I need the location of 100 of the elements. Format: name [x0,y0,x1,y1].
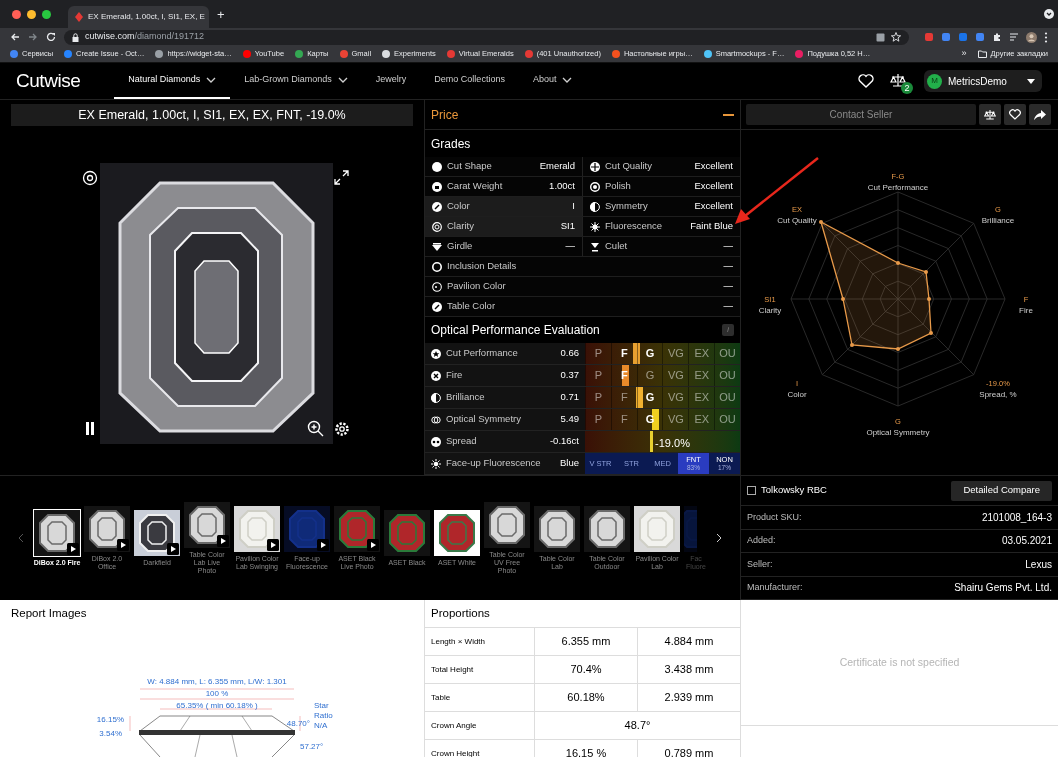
proportion-value: 70.4% [535,656,638,683]
proportion-label: Length × Width [425,628,535,655]
grade-icon [590,181,600,192]
grade-letter: F [610,409,637,430]
grade-icon [432,161,442,172]
heart-icon[interactable] [858,74,874,88]
gem-photo [634,505,680,552]
grade-icon [432,261,442,272]
metric-icon [431,392,441,403]
grade-letter: VG [662,343,689,364]
metric-label: Spread [446,434,477,449]
user-menu-button[interactable]: M MetricsDemo [924,70,1042,92]
expand-icon[interactable] [334,170,349,185]
grade-value: SI1 [560,219,575,234]
dimension-label: 3.54% [99,729,122,738]
section-title: Optical Performance Evaluation [431,322,600,339]
browser-tab[interactable]: EX Emerald, 1.00ct, I, SI1, EX, E [68,6,209,28]
favorite-button[interactable] [1004,104,1026,125]
product-title: EX Emerald, 1.00ct, I, SI1, EX, EX, FNT, -19.0% [11,104,413,126]
proportion-label: Crown Height [425,740,535,757]
profile-avatar[interactable] [1026,31,1037,43]
metric-label: Cut Performance [446,346,518,361]
grade-label: Cut Shape [447,159,492,174]
address-bar[interactable]: cutwise.com/diamond/191712 [64,29,909,45]
nav-link[interactable]: Demo Collections [420,63,519,99]
gem-photo [584,505,630,552]
grade-letter: OU [714,409,740,430]
axis-label: Brilliance [981,215,1015,226]
info-value: Shairu Gems Pvt. Ltd. [954,581,1052,596]
diamond-icon [75,12,83,22]
proportion-label: Total Height [425,656,535,683]
grade-label: Inclusion Details [447,259,517,274]
more-bookmarks-button[interactable]: » [961,47,967,61]
grade-icon [590,201,600,212]
list-icon[interactable] [1009,32,1019,42]
axis-label: Optical Symmetry [866,427,930,438]
info-label: Added: [747,534,776,547]
proportion-value: 16.15 % [535,740,638,757]
back-icon[interactable] [10,32,20,42]
gem-photo [184,501,230,548]
rotate-icon[interactable] [82,170,98,186]
tab-title: EX Emerald, 1.00ct, I, SI1, EX, E [88,11,205,23]
puzzle-icon[interactable] [992,32,1002,42]
translate-icon[interactable] [876,32,885,42]
zoom-button[interactable] [42,9,51,19]
metric-label: Optical Symmetry [446,412,521,427]
proportion-value: 0.789 mm [663,746,715,757]
minus-icon[interactable] [723,113,734,116]
nav-link[interactable]: Jewelry [361,63,421,99]
grade-value: — [723,279,733,294]
pause-icon[interactable] [85,422,95,435]
proportion-value: 6.355 mm [535,628,638,655]
detailed-compare-button[interactable]: Detailed Compare [951,480,1052,501]
reload-icon[interactable] [46,32,56,42]
grade-label: Carat Weight [447,179,503,194]
gem-photo [84,505,130,552]
gem-photo [284,505,330,552]
grade-letter: F [610,343,637,364]
checkbox[interactable]: Tolkowsky RBC [747,483,827,498]
grade-label: Girdle [447,239,473,254]
grade-value: Excellent [694,159,733,174]
minimize-button[interactable] [27,9,36,19]
tab-search-icon[interactable] [1044,9,1054,19]
zoom-in-icon[interactable] [307,420,324,437]
nav-link[interactable]: About [518,63,587,99]
metric-icon [431,348,441,359]
metric-value: 0.66 [560,346,579,361]
gem-photo [234,505,280,552]
lock-icon [72,32,79,42]
grade-icon [432,201,442,212]
compare-button[interactable] [979,104,1001,125]
nav-link[interactable]: Lab-Grown Diamonds [230,63,362,99]
gem-photo [334,505,380,552]
settings-icon[interactable] [334,421,350,437]
metric-value: 0.37 [560,368,579,383]
star-icon[interactable] [891,32,901,42]
grade-letter: EX [688,343,715,364]
grade-label: Culet [605,239,628,254]
grade-label: Clarity [447,219,474,234]
chevron-right-icon[interactable] [716,533,722,543]
chevron-down-icon [562,77,573,83]
count-badge: 2 [901,82,913,94]
share-button[interactable] [1029,104,1051,125]
grade-letter: VG [662,365,689,386]
new-tab-button[interactable]: + [217,7,225,21]
metric-icon [431,458,441,469]
metric-label: Face-up Fluorescence [446,456,541,471]
grade-icon [432,181,442,192]
site-logo[interactable]: Cutwise [16,66,81,96]
contact-seller-button[interactable]: Contact Seller [746,104,976,125]
menu-icon[interactable] [1044,31,1048,43]
chevron-left-icon[interactable] [18,533,24,543]
grade-letter: P [585,343,611,364]
grade-value: Emerald [539,159,575,174]
scales-icon[interactable] [890,73,906,87]
forward-icon[interactable] [28,32,38,42]
close-button[interactable] [12,9,21,19]
metric-label: Brilliance [446,390,485,405]
share-icon [1034,109,1046,120]
grade-letter: OU [714,365,740,386]
